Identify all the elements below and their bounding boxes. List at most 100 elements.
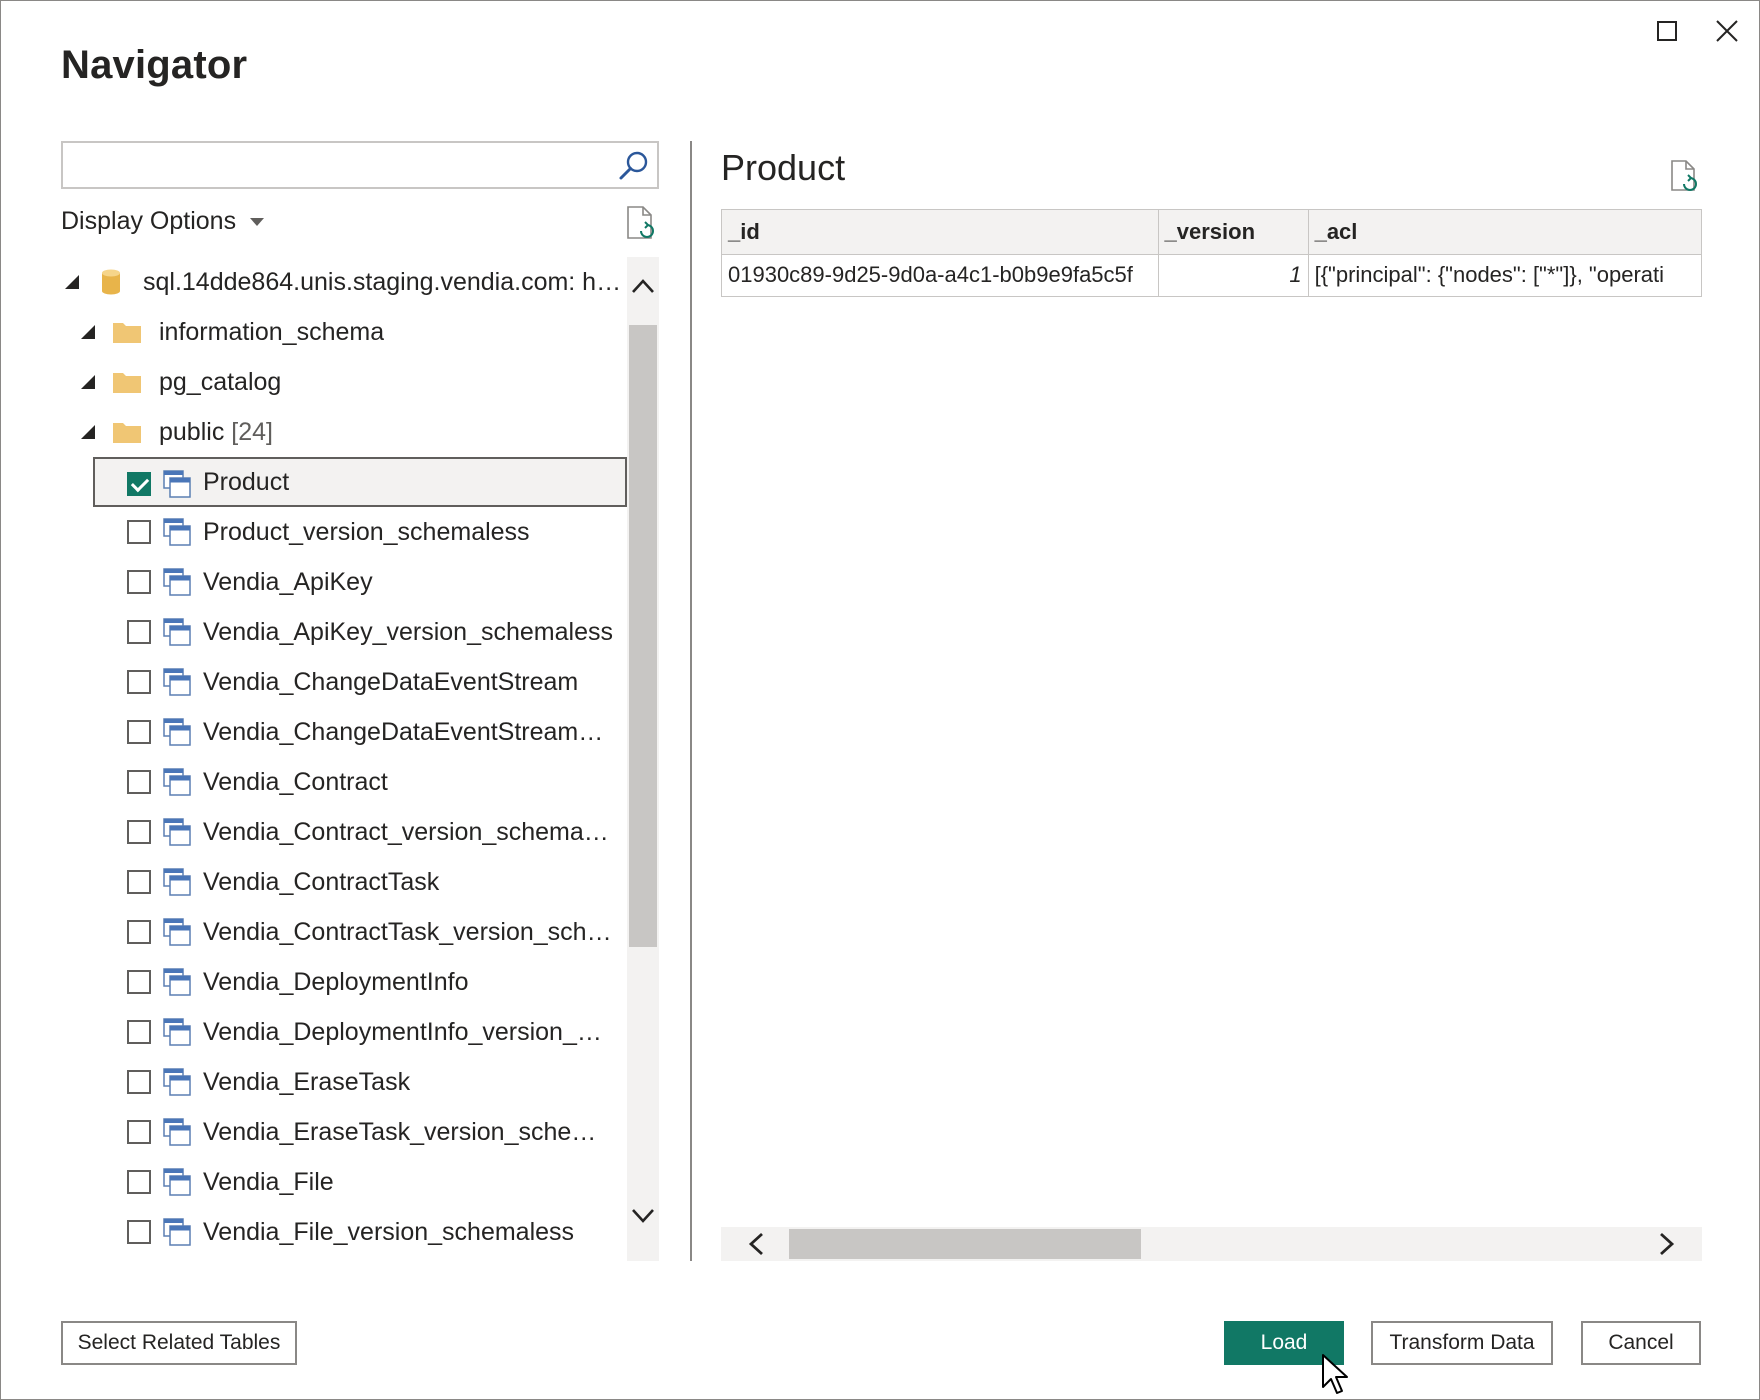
table-row: 01930c89-9d25-9d0a-a4c1-b0b9e9fa5c5f 1 […: [722, 254, 1702, 297]
table-icon: [163, 470, 191, 498]
cancel-button[interactable]: Cancel: [1581, 1321, 1701, 1365]
maximize-icon: [1657, 21, 1677, 41]
table-icon: [163, 768, 191, 796]
table-cell: [{"principal": {"nodes": ["*"]}, "operat…: [1308, 254, 1702, 297]
close-button[interactable]: [1707, 11, 1747, 51]
table-checkbox[interactable]: [127, 472, 151, 496]
table-name-label: Vendia_File: [203, 1167, 334, 1196]
database-icon: [102, 269, 120, 295]
table-list-item[interactable]: Product: [93, 457, 627, 507]
tree-root-node[interactable]: sql.14dde864.unis.staging.vendia.com: hv…: [61, 257, 627, 307]
schema-label: pg_catalog: [159, 367, 282, 396]
table-checkbox[interactable]: [127, 1220, 151, 1244]
display-options-label: Display Options: [61, 207, 237, 235]
transform-data-button[interactable]: Transform Data: [1371, 1321, 1553, 1365]
table-name-label: Vendia_ContractTask: [203, 867, 440, 896]
scroll-left-button[interactable]: [741, 1229, 771, 1259]
table-list-item[interactable]: Vendia_DeploymentInfo: [61, 957, 627, 1007]
chevron-down-icon: [250, 217, 265, 226]
table-name-label: Vendia_Contract: [203, 767, 388, 796]
table-name-label: Vendia_ContractTask_version_schem...: [203, 917, 613, 946]
collapse-arrow-icon[interactable]: [65, 275, 79, 289]
scroll-down-button[interactable]: [627, 1201, 659, 1231]
navigator-dialog: Navigator Display Options sql.14dde864.u…: [0, 0, 1760, 1400]
table-checkbox[interactable]: [127, 1020, 151, 1044]
table-checkbox[interactable]: [127, 1170, 151, 1194]
table-list-item[interactable]: Vendia_ApiKey_version_schemaless: [61, 607, 627, 657]
search-icon[interactable]: [617, 149, 651, 183]
display-options-dropdown[interactable]: Display Options: [61, 207, 265, 236]
table-checkbox[interactable]: [127, 720, 151, 744]
folder-icon: [113, 423, 141, 443]
folder-icon: [113, 373, 141, 393]
table-checkbox[interactable]: [127, 620, 151, 644]
maximize-button[interactable]: [1647, 11, 1687, 51]
chevron-up-icon: [632, 279, 654, 293]
table-icon: [163, 1118, 191, 1146]
table-name-label: Vendia_ApiKey_version_schemaless: [203, 617, 613, 646]
column-header[interactable]: _version: [1158, 210, 1309, 255]
table-checkbox[interactable]: [127, 1120, 151, 1144]
table-list-item[interactable]: Vendia_EraseTask: [61, 1057, 627, 1107]
table-list-item[interactable]: Vendia_ChangeDataEventStream_ver...: [61, 707, 627, 757]
tree-vertical-scrollbar[interactable]: [627, 257, 659, 1261]
table-list-item[interactable]: Vendia_Contract_version_schemaless: [61, 807, 627, 857]
preview-grid: _id _version _acl 01930c89-9d25-9d0a-a4c…: [721, 209, 1702, 297]
scroll-thumb[interactable]: [789, 1229, 1141, 1259]
column-header[interactable]: _id: [722, 210, 1159, 255]
preview-horizontal-scrollbar[interactable]: [721, 1227, 1702, 1261]
table-checkbox[interactable]: [127, 820, 151, 844]
close-icon: [1716, 20, 1738, 42]
table-icon: [163, 668, 191, 696]
tree-schema-public[interactable]: public [24]: [61, 407, 627, 457]
mouse-pointer-icon: [1322, 1354, 1348, 1394]
table-list-item[interactable]: Vendia_EraseTask_version_schemaless: [61, 1107, 627, 1157]
tree-schema-pg-catalog[interactable]: pg_catalog: [61, 357, 627, 407]
table-list-item[interactable]: Vendia_DeploymentInfo_version_sch...: [61, 1007, 627, 1057]
refresh-icon[interactable]: [1669, 159, 1699, 193]
table-list-item[interactable]: Vendia_ChangeDataEventStream: [61, 657, 627, 707]
table-icon: [163, 718, 191, 746]
column-header[interactable]: _acl: [1308, 210, 1702, 255]
table-list-item[interactable]: Product_version_schemaless: [61, 507, 627, 557]
table-checkbox[interactable]: [127, 570, 151, 594]
table-icon: [163, 618, 191, 646]
scroll-right-button[interactable]: [1652, 1229, 1682, 1259]
preview-title: Product: [721, 147, 846, 188]
table-checkbox[interactable]: [127, 870, 151, 894]
collapse-arrow-icon[interactable]: [81, 425, 95, 439]
refresh-icon[interactable]: [625, 205, 657, 241]
table-list-item[interactable]: Vendia_ContractTask: [61, 857, 627, 907]
table-name-label: Vendia_EraseTask: [203, 1067, 411, 1096]
table-checkbox[interactable]: [127, 1070, 151, 1094]
schema-count: [24]: [231, 417, 273, 446]
table-list-item[interactable]: Vendia_ContractTask_version_schem...: [61, 907, 627, 957]
table-list-item[interactable]: Vendia_ApiKey: [61, 557, 627, 607]
search-box[interactable]: [61, 141, 659, 189]
table-name-label: Vendia_File_version_schemaless: [203, 1217, 575, 1246]
table-checkbox[interactable]: [127, 970, 151, 994]
search-input[interactable]: [71, 147, 611, 183]
table-checkbox[interactable]: [127, 920, 151, 944]
table-checkbox[interactable]: [127, 520, 151, 544]
collapse-arrow-icon[interactable]: [81, 325, 95, 339]
table-list-item[interactable]: Vendia_File: [61, 1157, 627, 1207]
table-name-label: Vendia_DeploymentInfo_version_sch...: [203, 1017, 613, 1046]
table-list-item[interactable]: Vendia_File_version_schemaless: [61, 1207, 627, 1257]
table-list-item[interactable]: Vendia_Contract: [61, 757, 627, 807]
table-icon: [163, 968, 191, 996]
schema-name: public: [159, 417, 225, 446]
navigator-tree: sql.14dde864.unis.staging.vendia.com: hv…: [61, 257, 627, 1261]
table-name-label: Product: [203, 467, 290, 496]
table-icon: [163, 568, 191, 596]
scroll-thumb[interactable]: [629, 325, 657, 947]
scroll-up-button[interactable]: [627, 271, 659, 301]
select-related-tables-button[interactable]: Select Related Tables: [61, 1321, 297, 1365]
tree-schema-information-schema[interactable]: information_schema: [61, 307, 627, 357]
chevron-left-icon: [748, 1232, 763, 1256]
table-icon: [163, 1018, 191, 1046]
chevron-right-icon: [1660, 1232, 1675, 1256]
table-checkbox[interactable]: [127, 770, 151, 794]
table-checkbox[interactable]: [127, 670, 151, 694]
collapse-arrow-icon[interactable]: [81, 375, 95, 389]
